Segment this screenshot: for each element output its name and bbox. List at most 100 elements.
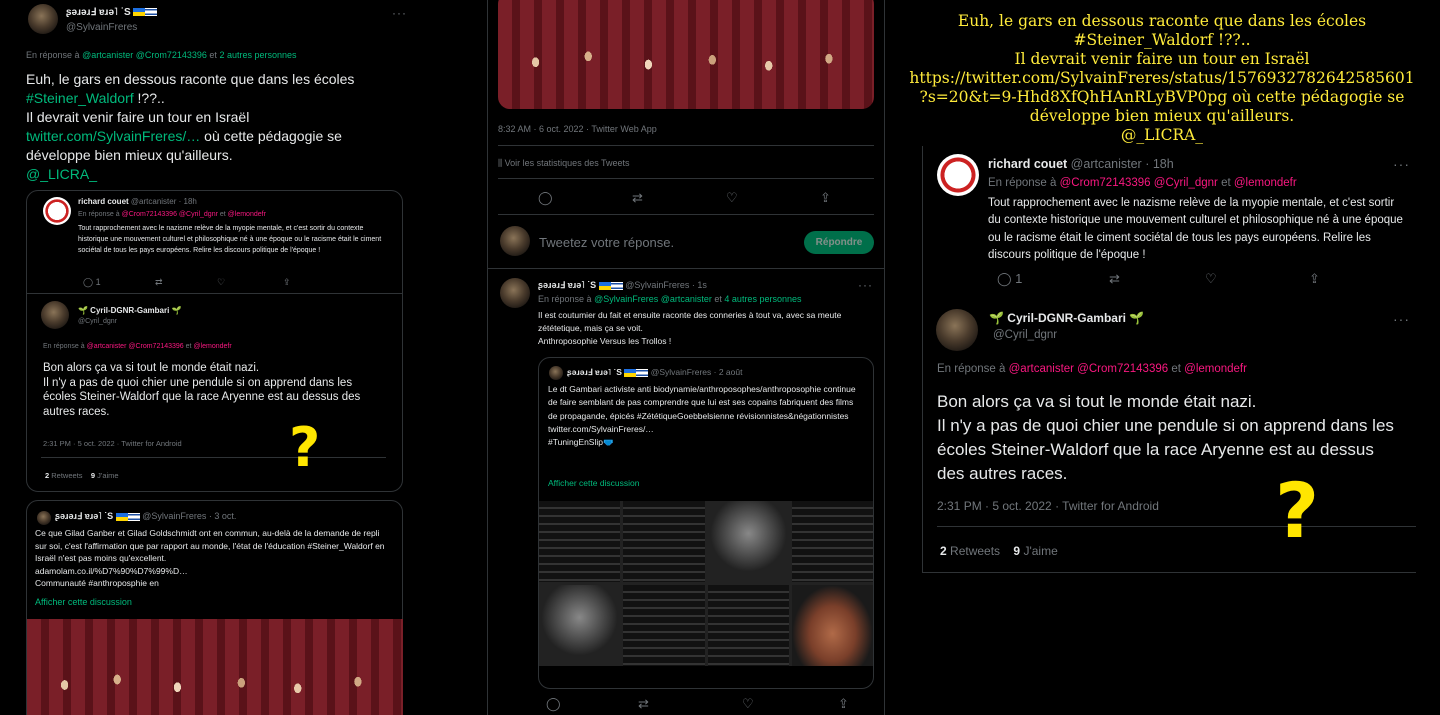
like-icon[interactable]: ♡ <box>1205 271 1217 287</box>
ukraine-flag-icon <box>598 281 611 290</box>
display-name[interactable]: richard couet <box>988 157 1067 171</box>
reply-icon[interactable]: ◯ <box>546 696 561 712</box>
quoted-tweet-card[interactable]: ʂǝɹǝɹℲ ɐɹǝ˥ ˙S @SylvainFreres · 3 oct. C… <box>26 500 403 715</box>
retweet-icon[interactable]: ⇄ <box>632 190 643 206</box>
quoted-thread-card[interactable]: richard couet @artcanister · 18h En répo… <box>26 190 403 492</box>
more-icon[interactable]: ··· <box>1393 311 1410 327</box>
media-thumbnail[interactable] <box>707 585 789 666</box>
display-name[interactable]: richard couet <box>78 197 129 206</box>
crowd-photo[interactable] <box>498 0 874 109</box>
reply-icon[interactable]: ◯ 1 <box>997 271 1022 287</box>
show-thread-link[interactable]: Afficher cette discussion <box>35 597 132 607</box>
engagement-stats: 2 Retweets 9 J'aime <box>940 544 1058 558</box>
author-line: ʂǝɹǝɹℲ ɐɹǝ˥ ˙S @SylvainFreres · 1s <box>538 280 707 291</box>
tweet-link[interactable]: twitter.com/SylvainFreres/… <box>26 128 200 144</box>
author-line: richard couet @artcanister · 18h <box>988 157 1174 171</box>
retweet-icon[interactable]: ⇄ <box>638 696 649 712</box>
reply-mentions-link[interactable]: @artcanister @Crom72143396 <box>82 50 207 60</box>
handle[interactable]: @SylvainFreres · 3 oct. <box>142 511 236 521</box>
reply-text: Bon alors ça va si tout le monde était n… <box>937 392 1394 483</box>
media-thumbnail[interactable] <box>707 501 789 582</box>
display-name[interactable]: ʂǝɹǝɹℲ ɐɹǝ˥ ˙S <box>66 7 131 18</box>
handle[interactable]: @SylvainFreres · 2 août <box>651 367 743 377</box>
mention-link[interactable]: @_LICRA_ <box>26 165 406 184</box>
avatar[interactable] <box>500 278 530 308</box>
media-thumbnail[interactable] <box>791 501 873 582</box>
handle[interactable]: @Cyril_dgnr <box>993 329 1057 341</box>
like-icon[interactable]: ♡ <box>742 696 754 712</box>
retweets-link[interactable]: Retweets <box>950 544 1000 558</box>
divider <box>937 526 1416 527</box>
right-zoomed-screenshot: Euh, le gars en dessous raconte que dans… <box>885 0 1440 715</box>
reply-context: En réponse à @Crom72143396 @Cyril_dgnr e… <box>988 177 1297 189</box>
quoted-text: Le dt Gambari activiste anti biodynamie/… <box>548 384 856 448</box>
display-name[interactable]: ʂǝɹǝɹℲ ɐɹǝ˥ ˙S <box>55 511 113 521</box>
reply-context: En réponse à @artcanister @Crom72143396 … <box>43 343 232 350</box>
avatar[interactable] <box>37 511 51 525</box>
share-icon[interactable]: ⇪ <box>820 190 831 206</box>
avatar[interactable] <box>43 197 71 225</box>
handle[interactable]: @SylvainFreres · 1s <box>625 280 707 290</box>
reply-icon[interactable]: ◯ 1 <box>83 277 101 288</box>
media-thumbnail[interactable] <box>539 501 621 582</box>
avatar[interactable] <box>28 4 58 34</box>
israel-flag-icon <box>636 368 649 377</box>
more-icon[interactable]: ··· <box>858 278 873 292</box>
more-icon[interactable]: ··· <box>1393 156 1410 172</box>
display-name[interactable]: ʂǝɹǝɹℲ ɐɹǝ˥ ˙S <box>538 280 596 290</box>
stats-icon: ⫼ <box>498 158 503 168</box>
header-name[interactable]: ʂǝɹǝɹℲ ɐɹǝ˥ ˙S <box>66 7 158 18</box>
handle[interactable]: @Cyril_dgnr <box>78 318 117 325</box>
display-name[interactable]: 🌱 Cyril-DGNR-Gambari 🌱 <box>78 306 182 315</box>
reply-context: En réponse à @artcanister @Crom72143396 … <box>937 363 1247 375</box>
more-icon[interactable]: ··· <box>392 6 407 20</box>
author-line: ʂǝɹǝɹℲ ɐɹǝ˥ ˙S @SylvainFreres · 3 oct. <box>55 511 236 522</box>
like-icon[interactable]: ♡ <box>726 190 738 206</box>
likes-link[interactable]: J'aime <box>97 471 118 480</box>
israel-flag-icon <box>145 8 158 17</box>
divider <box>498 178 874 179</box>
media-grid[interactable] <box>539 501 873 666</box>
media-thumbnail[interactable] <box>623 585 705 666</box>
avatar[interactable] <box>936 309 978 351</box>
timestamp[interactable]: 8:32 AM · 6 oct. 2022 · Twitter Web App <box>498 124 657 134</box>
retweet-icon[interactable]: ⇄ <box>1109 271 1120 287</box>
reply-input[interactable]: Tweetez votre réponse. <box>539 235 674 250</box>
handle[interactable]: @artcanister · 18h <box>1071 157 1174 171</box>
share-icon[interactable]: ⇪ <box>1309 271 1320 287</box>
reply-text: Tout rapprochement avec le nazisme relèv… <box>78 225 382 254</box>
retweet-icon[interactable]: ⇄ <box>155 277 163 288</box>
ukraine-flag-icon <box>133 8 146 17</box>
ukraine-flag-icon <box>115 512 128 521</box>
middle-screenshot: 8:32 AM · 6 oct. 2022 · Twitter Web App … <box>487 0 885 715</box>
view-stats-link[interactable]: ⫼ Voir les statistiques des Tweets <box>498 158 630 169</box>
crowd-photo[interactable] <box>27 619 403 715</box>
reply-icon[interactable]: ◯ <box>538 190 553 206</box>
israel-flag-icon <box>127 512 140 521</box>
media-thumbnail[interactable] <box>623 501 705 582</box>
divider <box>498 145 874 146</box>
handle[interactable]: @SylvainFreres <box>66 22 137 33</box>
avatar[interactable] <box>549 366 563 380</box>
timestamp[interactable]: 2:31 PM · 5 oct. 2022 · Twitter for Andr… <box>937 499 1159 513</box>
divider <box>488 268 884 269</box>
display-name[interactable]: ʂǝɹǝɹℲ ɐɹǝ˥ ˙S <box>567 367 622 377</box>
share-icon[interactable]: ⇪ <box>283 277 291 288</box>
reply-button[interactable]: Répondre <box>804 231 874 254</box>
avatar[interactable] <box>41 301 69 329</box>
hashtag-link[interactable]: #Steiner_Waldorf <box>26 90 134 106</box>
tweet-text: Euh, le gars en dessous raconte que dans… <box>26 70 406 184</box>
timestamp[interactable]: 2:31 PM · 5 oct. 2022 · Twitter for Andr… <box>43 439 182 448</box>
show-thread-link[interactable]: Afficher cette discussion <box>548 478 640 488</box>
avatar[interactable] <box>937 154 979 196</box>
share-icon[interactable]: ⇪ <box>838 696 849 712</box>
others-link[interactable]: 2 autres personnes <box>219 50 296 60</box>
media-thumbnail[interactable] <box>791 585 873 666</box>
like-icon[interactable]: ♡ <box>217 277 225 288</box>
retweets-link[interactable]: Retweets <box>51 471 82 480</box>
media-thumbnail[interactable] <box>539 585 621 666</box>
quoted-tweet-card[interactable]: ʂǝɹǝɹℲ ɐɹǝ˥ ˙S @SylvainFreres · 2 août L… <box>538 357 874 689</box>
likes-link[interactable]: J'aime <box>1023 544 1057 558</box>
handle[interactable]: @artcanister · 18h <box>131 197 197 206</box>
display-name[interactable]: 🌱 Cyril-DGNR-Gambari 🌱 <box>989 311 1144 325</box>
